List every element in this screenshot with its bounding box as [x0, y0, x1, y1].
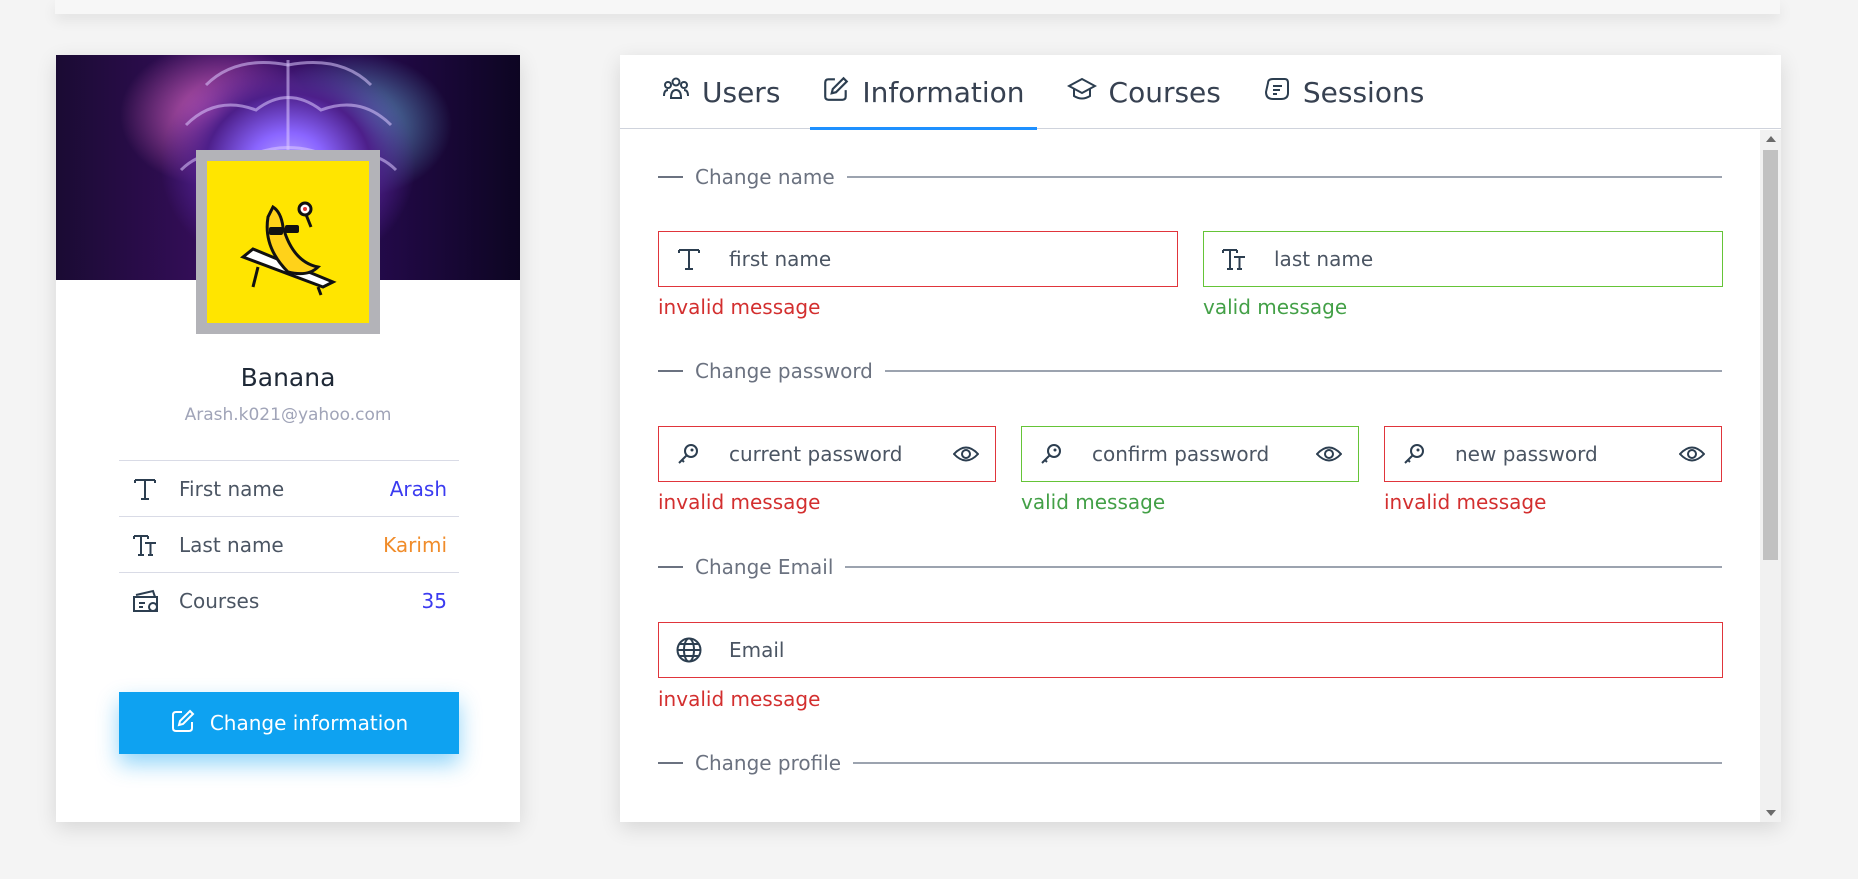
text-icon — [131, 475, 165, 503]
section-title: Change password — [695, 359, 873, 383]
change-information-button[interactable]: Change information — [119, 692, 459, 754]
first-name-field[interactable] — [658, 231, 1178, 287]
section-title: Change name — [695, 165, 835, 189]
text-icon — [675, 245, 709, 273]
email-input[interactable] — [729, 638, 1722, 662]
info-row-last-name: Last name Karimi — [119, 516, 459, 572]
tab-bar: Users Information Courses Sessions — [620, 55, 1781, 130]
tab-sessions[interactable]: Sessions — [1251, 55, 1436, 129]
tab-label: Information — [862, 75, 1025, 109]
text-size-icon — [131, 531, 165, 559]
info-row-courses: Courses 35 — [119, 572, 459, 628]
new-password-field[interactable] — [1384, 426, 1722, 482]
profile-email: Arash.k021@yahoo.com — [184, 405, 392, 425]
new-password-message: invalid message — [1384, 490, 1547, 514]
tab-information[interactable]: Information — [810, 55, 1037, 130]
current-password-message: invalid message — [658, 490, 821, 514]
confirm-password-input[interactable] — [1092, 442, 1308, 466]
tab-users[interactable]: Users — [650, 55, 792, 129]
avatar — [207, 161, 369, 323]
first-name-input[interactable] — [729, 247, 1177, 271]
graduation-cap-icon — [1066, 75, 1097, 110]
section-title: Change Email — [695, 555, 834, 579]
current-password-input[interactable] — [729, 442, 945, 466]
first-name-message: invalid message — [658, 295, 821, 319]
change-information-label: Change information — [209, 711, 409, 735]
text-size-icon — [1220, 245, 1254, 273]
tab-courses[interactable]: Courses — [1055, 55, 1233, 129]
scrollbar-thumb[interactable] — [1763, 150, 1778, 560]
avatar-frame[interactable] — [196, 150, 380, 334]
vertical-scrollbar[interactable] — [1760, 130, 1781, 822]
key-icon — [1038, 441, 1072, 467]
info-label: Last name — [179, 532, 284, 557]
last-name-message: valid message — [1203, 295, 1348, 319]
current-password-field[interactable] — [658, 426, 996, 482]
last-name-input[interactable] — [1274, 247, 1722, 271]
confirm-password-field[interactable] — [1021, 426, 1359, 482]
info-label: First name — [179, 476, 285, 501]
section-change-profile: Change profile — [658, 748, 1722, 778]
info-value: Arash — [389, 476, 447, 501]
last-name-field[interactable] — [1203, 231, 1723, 287]
scroll-down-arrow-icon[interactable] — [1766, 810, 1776, 816]
profile-card: Banana Arash.k021@yahoo.com First name A… — [56, 55, 520, 822]
profile-info-list: First name Arash Last name Karimi Course… — [119, 460, 459, 628]
edit-icon — [170, 708, 196, 739]
eye-icon[interactable] — [945, 444, 987, 464]
tab-label: Users — [702, 75, 781, 109]
section-title: Change profile — [695, 751, 842, 775]
email-field[interactable] — [658, 622, 1723, 678]
key-icon — [1401, 441, 1435, 467]
section-change-password: Change password — [658, 356, 1722, 386]
sessions-icon — [1263, 75, 1291, 110]
section-change-name: Change name — [658, 162, 1722, 192]
tab-label: Sessions — [1302, 75, 1425, 109]
email-message: invalid message — [658, 687, 821, 711]
users-icon — [662, 75, 690, 110]
info-value: Karimi — [383, 532, 447, 557]
eye-icon[interactable] — [1308, 444, 1350, 464]
scroll-up-arrow-icon[interactable] — [1766, 136, 1776, 142]
new-password-input[interactable] — [1455, 442, 1671, 466]
tab-label: Courses — [1108, 75, 1221, 109]
key-icon — [675, 441, 709, 467]
section-change-email: Change Email — [658, 552, 1722, 582]
profile-name: Banana — [240, 363, 336, 392]
edit-icon — [822, 75, 850, 110]
globe-icon — [675, 636, 709, 664]
banana-icon — [240, 201, 337, 296]
information-form: Change name invalid message valid messag… — [620, 130, 1760, 822]
confirm-password-message: valid message — [1021, 490, 1166, 514]
settings-panel: Users Information Courses Sessions Chang… — [620, 55, 1781, 822]
info-label: Courses — [179, 588, 260, 613]
info-row-first-name: First name Arash — [119, 460, 459, 516]
top-strip — [55, 0, 1780, 14]
certificate-icon — [131, 587, 165, 615]
eye-icon[interactable] — [1671, 444, 1713, 464]
info-value: 35 — [421, 588, 447, 613]
